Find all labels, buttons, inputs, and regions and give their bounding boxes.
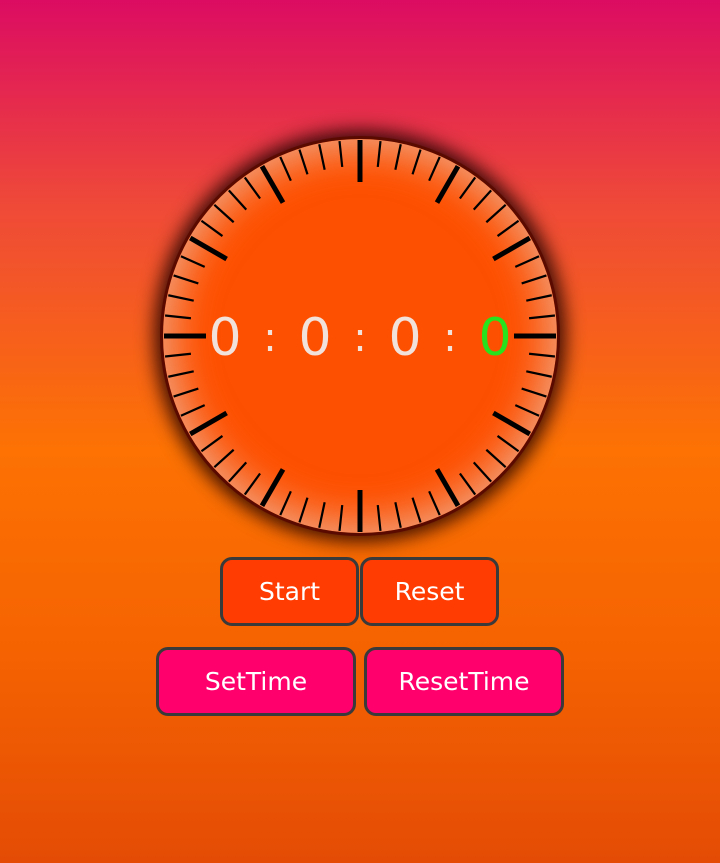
major-tick xyxy=(189,410,228,437)
major-tick xyxy=(434,165,461,204)
minor-tick xyxy=(338,140,344,168)
minor-tick xyxy=(173,274,199,285)
minor-tick xyxy=(318,502,326,528)
start-button[interactable]: Start xyxy=(220,557,359,626)
major-tick xyxy=(492,235,531,262)
tenths-digit: 0 xyxy=(478,308,512,368)
minor-tick xyxy=(459,176,477,200)
separator: : xyxy=(443,315,457,361)
minor-tick xyxy=(521,387,547,398)
major-tick xyxy=(492,410,531,437)
minor-tick xyxy=(298,497,309,523)
minor-tick xyxy=(173,387,199,398)
minor-tick xyxy=(459,472,477,496)
minor-tick xyxy=(496,219,520,237)
minutes-digit: 0 xyxy=(298,308,332,368)
major-tick xyxy=(259,165,286,204)
minor-tick xyxy=(411,149,422,175)
minor-tick xyxy=(472,461,492,483)
minor-tick xyxy=(228,189,248,211)
reset-button[interactable]: Reset xyxy=(360,557,499,626)
minor-tick xyxy=(243,176,261,200)
minor-tick xyxy=(279,490,292,516)
minor-tick xyxy=(200,435,224,453)
minor-tick xyxy=(298,149,309,175)
minor-tick xyxy=(213,448,235,468)
minor-tick xyxy=(394,144,402,170)
timer-readout: 0 : 0 : 0 : 0 xyxy=(160,300,560,376)
minor-tick xyxy=(521,274,547,285)
minor-tick xyxy=(496,435,520,453)
minor-tick xyxy=(338,504,344,532)
minor-tick xyxy=(394,502,402,528)
minor-tick xyxy=(213,204,235,224)
minor-tick xyxy=(428,490,441,516)
minor-tick xyxy=(376,504,382,532)
separator: : xyxy=(353,315,367,361)
set-time-button[interactable]: SetTime xyxy=(156,647,356,716)
minor-tick xyxy=(472,189,492,211)
major-tick xyxy=(189,235,228,262)
minor-tick xyxy=(514,255,540,268)
minor-tick xyxy=(200,219,224,237)
separator: : xyxy=(263,315,277,361)
minor-tick xyxy=(180,404,206,417)
minor-tick xyxy=(228,461,248,483)
seconds-digit: 0 xyxy=(388,308,422,368)
minor-tick xyxy=(411,497,422,523)
minor-tick xyxy=(279,156,292,182)
minor-tick xyxy=(243,472,261,496)
minor-tick xyxy=(428,156,441,182)
minor-tick xyxy=(485,204,507,224)
minor-tick xyxy=(318,144,326,170)
minor-tick xyxy=(180,255,206,268)
hours-digit: 0 xyxy=(208,308,242,368)
minor-tick xyxy=(485,448,507,468)
major-tick xyxy=(259,468,286,507)
major-tick xyxy=(434,468,461,507)
reset-time-button[interactable]: ResetTime xyxy=(364,647,564,716)
minor-tick xyxy=(514,404,540,417)
minor-tick xyxy=(376,140,382,168)
